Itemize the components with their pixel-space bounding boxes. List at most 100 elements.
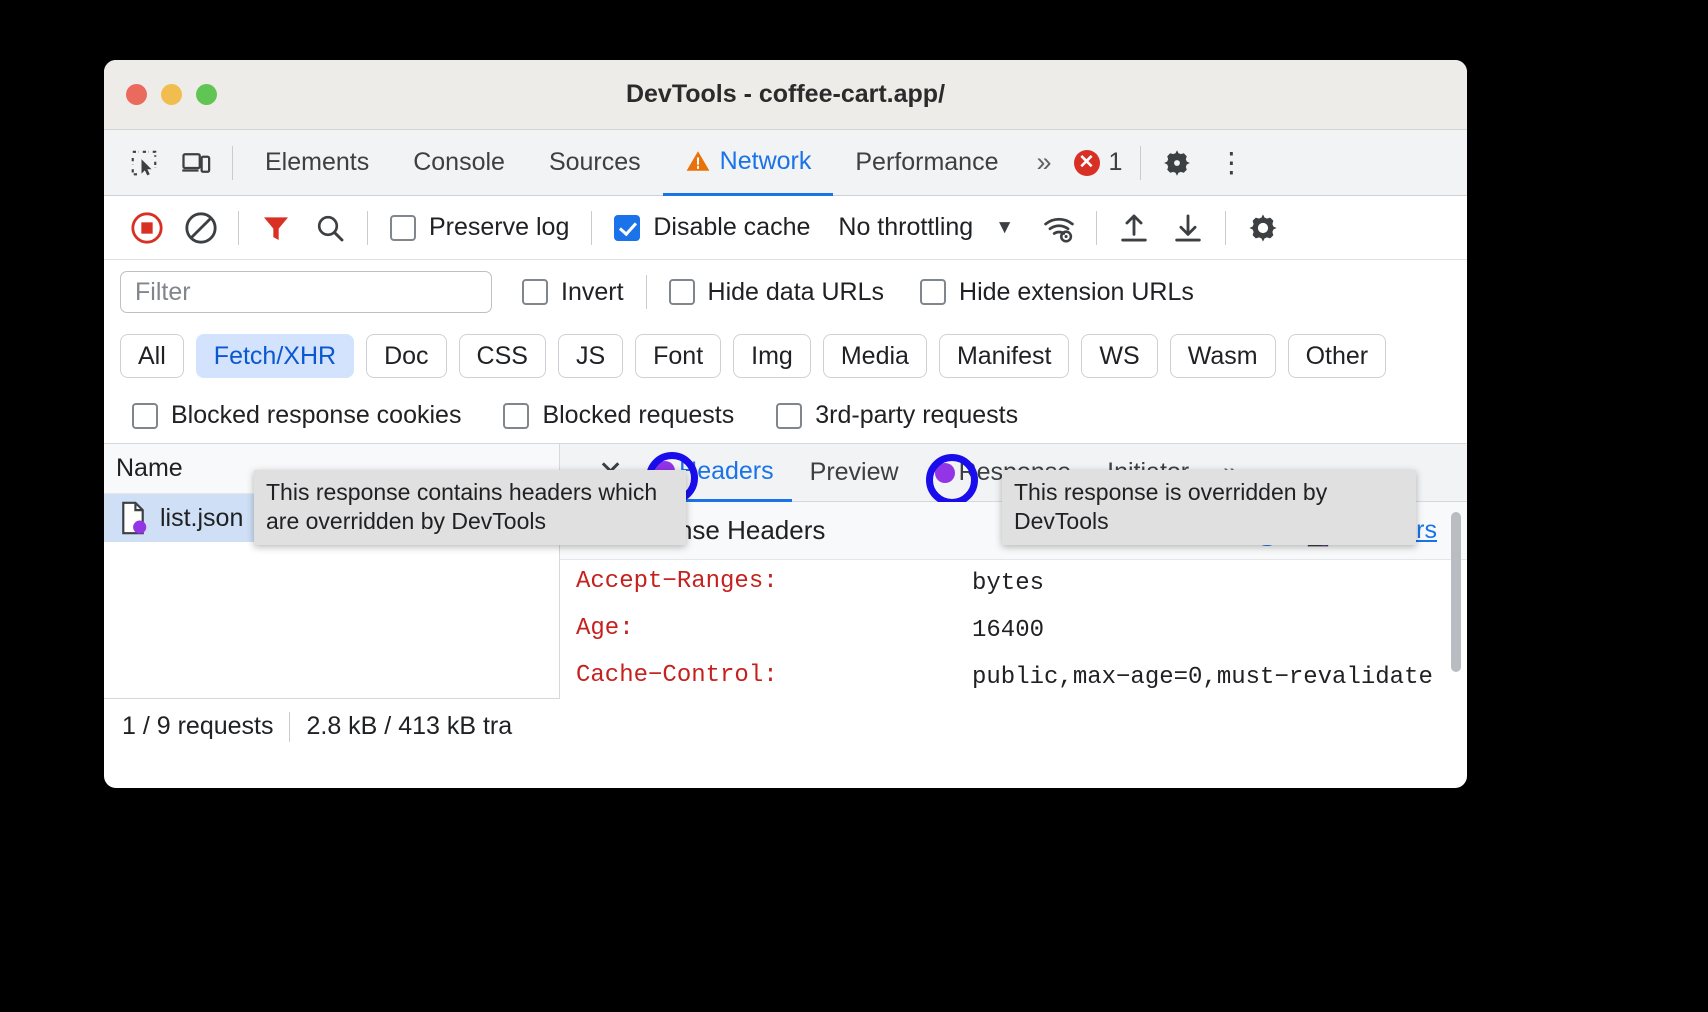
invert-label: Invert [561, 278, 624, 307]
type-filter-img[interactable]: Img [733, 334, 811, 378]
tab-performance[interactable]: Performance [833, 130, 1020, 196]
header-value: bytes [972, 568, 1044, 599]
tab-console-label: Console [413, 148, 505, 177]
type-filter-media[interactable]: Media [823, 334, 927, 378]
type-filter-ws-label: WS [1099, 342, 1139, 371]
invert-box[interactable] [522, 279, 548, 305]
type-filter-all-label: All [138, 342, 166, 371]
advanced-filter-checkboxes: Blocked response cookies Blocked request… [104, 388, 1467, 444]
wifi-gear-icon[interactable] [1032, 201, 1086, 255]
type-filter-all[interactable]: All [120, 334, 184, 378]
filter-funnel-icon[interactable] [249, 201, 303, 255]
type-filter-fetch-xhr[interactable]: Fetch/XHR [196, 334, 354, 378]
warning-triangle-icon [685, 148, 711, 174]
close-window-button[interactable] [126, 84, 147, 105]
type-filter-font-label: Font [653, 342, 703, 371]
inspect-element-icon[interactable] [118, 137, 170, 189]
header-name: Cache−Control: [576, 662, 972, 689]
header-row: Accept−Ranges: bytes [560, 560, 1467, 607]
hide-data-urls-checkbox[interactable]: Hide data URLs [657, 278, 896, 307]
header-row: Age: 16400 [560, 607, 1467, 654]
record-stop-icon[interactable] [120, 201, 174, 255]
header-value: public,max−age=0,must−revalidate [972, 662, 1332, 693]
header-value: 16400 [972, 615, 1044, 646]
screen: DevTools - coffee-cart.app/ Elements [0, 0, 1708, 1012]
more-options-kebab-icon[interactable]: ⋮ [1203, 149, 1259, 177]
third-party-requests-box[interactable] [776, 403, 802, 429]
type-filter-other[interactable]: Other [1288, 334, 1387, 378]
hide-extension-urls-label: Hide extension URLs [959, 278, 1194, 307]
tab-elements[interactable]: Elements [243, 130, 391, 196]
type-filter-css-label: CSS [477, 342, 528, 371]
devtools-panel-tabbar: Elements Console Sources Network Perform… [104, 130, 1467, 196]
type-filter-font[interactable]: Font [635, 334, 721, 378]
tab-elements-label: Elements [265, 148, 369, 177]
hide-data-urls-box[interactable] [669, 279, 695, 305]
type-filter-ws[interactable]: WS [1081, 334, 1157, 378]
type-filter-other-label: Other [1306, 342, 1369, 371]
minimize-window-button[interactable] [161, 84, 182, 105]
maximize-window-button[interactable] [196, 84, 217, 105]
preserve-log-label: Preserve log [429, 213, 569, 242]
type-filter-img-label: Img [751, 342, 793, 371]
tab-performance-label: Performance [855, 148, 998, 177]
tab-network[interactable]: Network [663, 130, 834, 196]
window-titlebar: DevTools - coffee-cart.app/ [104, 60, 1467, 130]
details-scrollbar-thumb[interactable] [1451, 512, 1461, 672]
status-divider [289, 712, 290, 742]
third-party-requests-label: 3rd-party requests [815, 401, 1018, 430]
error-count-badge[interactable]: ✕ 1 [1066, 148, 1131, 177]
tooltip-headers-overridden: This response contains headers which are… [254, 470, 686, 545]
hide-extension-urls-box[interactable] [920, 279, 946, 305]
tooltip-response-overridden: This response is overridden by DevTools [1002, 470, 1416, 545]
gear-icon[interactable] [1151, 137, 1203, 189]
type-filter-doc[interactable]: Doc [366, 334, 446, 378]
toolbar-divider-2 [1140, 146, 1141, 180]
window-traffic-lights [104, 84, 217, 105]
type-filter-media-label: Media [841, 342, 909, 371]
tab-console[interactable]: Console [391, 130, 527, 196]
throttling-select-value[interactable]: No throttling [822, 213, 973, 242]
filter-bar: Invert Hide data URLs Hide extension URL… [104, 260, 1467, 324]
disable-cache-label: Disable cache [653, 213, 810, 242]
search-icon[interactable] [303, 201, 357, 255]
upload-arrow-icon[interactable] [1107, 201, 1161, 255]
column-header-name: Name [116, 454, 183, 483]
blocked-requests-box[interactable] [503, 403, 529, 429]
blocked-response-cookies-box[interactable] [132, 403, 158, 429]
header-row: Cache−Control: public,max−age=0,must−rev… [560, 654, 1467, 701]
type-filter-wasm[interactable]: Wasm [1170, 334, 1276, 378]
request-name: list.json [160, 504, 243, 533]
error-count-label: 1 [1109, 148, 1123, 177]
more-panels-button[interactable]: » [1020, 147, 1065, 178]
network-toolbar-divider-2 [367, 211, 368, 245]
type-filter-manifest-label: Manifest [957, 342, 1051, 371]
json-file-overridden-icon [118, 501, 148, 535]
disable-cache-box[interactable] [614, 215, 640, 241]
tab-preview[interactable]: Preview [792, 444, 917, 502]
requests-count-label: 1 / 9 requests [122, 712, 273, 741]
clear-icon[interactable] [174, 201, 228, 255]
invert-checkbox[interactable]: Invert [492, 278, 636, 307]
blocked-response-cookies-label: Blocked response cookies [171, 401, 461, 430]
type-filter-css[interactable]: CSS [459, 334, 546, 378]
preserve-log-box[interactable] [390, 215, 416, 241]
type-filter-manifest[interactable]: Manifest [939, 334, 1069, 378]
download-arrow-icon[interactable] [1161, 201, 1215, 255]
type-filter-fetch-xhr-label: Fetch/XHR [214, 342, 336, 371]
filter-input[interactable] [120, 271, 492, 313]
blocked-requests-checkbox[interactable]: Blocked requests [473, 401, 746, 430]
chevron-down-icon[interactable]: ▼ [973, 217, 1032, 239]
tab-sources[interactable]: Sources [527, 130, 663, 196]
network-settings-gear-icon[interactable] [1236, 201, 1290, 255]
network-toolbar-divider-3 [591, 211, 592, 245]
disable-cache-checkbox[interactable]: Disable cache [602, 213, 822, 242]
third-party-requests-checkbox[interactable]: 3rd-party requests [746, 401, 1030, 430]
type-filter-js[interactable]: JS [558, 334, 623, 378]
device-toolbar-icon[interactable] [170, 137, 222, 189]
toolbar-divider [232, 146, 233, 180]
hide-extension-urls-checkbox[interactable]: Hide extension URLs [896, 278, 1206, 307]
preserve-log-checkbox[interactable]: Preserve log [378, 213, 581, 242]
network-toolbar-divider-4 [1096, 211, 1097, 245]
blocked-response-cookies-checkbox[interactable]: Blocked response cookies [120, 401, 473, 430]
